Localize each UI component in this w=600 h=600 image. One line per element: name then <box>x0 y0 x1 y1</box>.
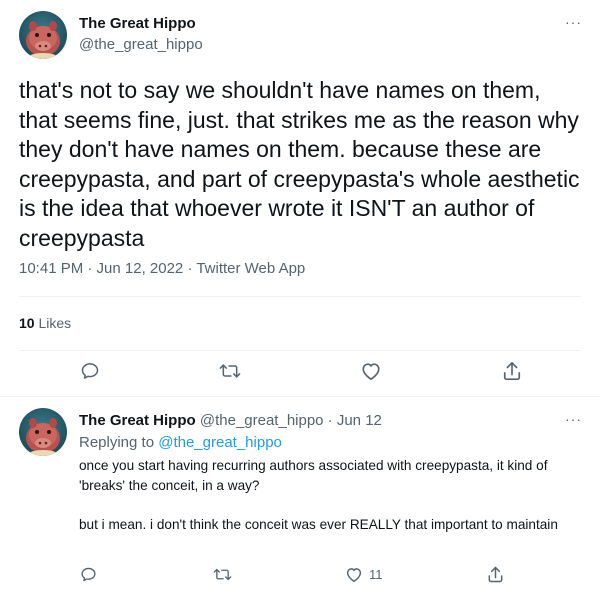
author-name[interactable]: The Great Hippo <box>79 15 196 32</box>
like-button[interactable] <box>360 361 382 381</box>
like-button[interactable]: 11 <box>345 566 383 583</box>
retweet-icon <box>219 364 241 378</box>
replying-to: Replying to @the_great_hippo <box>79 434 282 451</box>
reply-button[interactable] <box>80 566 97 583</box>
reply-text: once you start having recurring authors … <box>79 456 579 554</box>
more-options-icon[interactable]: ··· <box>565 411 582 427</box>
heart-icon <box>362 363 380 380</box>
reply-button[interactable] <box>80 361 100 381</box>
avatar[interactable] <box>19 408 67 456</box>
author-name[interactable]: The Great Hippo <box>79 412 196 429</box>
share-icon <box>503 362 521 380</box>
retweet-button[interactable] <box>219 361 241 381</box>
reply-header: The Great Hippo @the_great_hippo · Jun 1… <box>79 412 382 429</box>
reply-icon <box>81 567 96 582</box>
reply-icon <box>81 363 99 379</box>
likes-count[interactable]: 10 Likes <box>19 315 71 331</box>
likes-label: Likes <box>38 315 72 331</box>
share-button[interactable] <box>487 565 504 584</box>
reply-paragraph: once you start having recurring authors … <box>79 458 548 493</box>
heart-icon <box>346 568 362 582</box>
hippo-avatar-image <box>26 21 60 59</box>
author-handle-date[interactable]: @the_great_hippo · Jun 12 <box>200 412 382 429</box>
tweet-meta[interactable]: 10:41 PM · Jun 12, 2022 · Twitter Web Ap… <box>19 260 305 277</box>
share-icon <box>488 566 503 583</box>
replying-to-label: Replying to <box>79 434 155 451</box>
like-count: 11 <box>369 567 383 582</box>
share-button[interactable] <box>502 360 522 382</box>
likes-number: 10 <box>19 315 35 331</box>
divider <box>19 350 581 351</box>
divider <box>19 296 581 297</box>
reply-paragraph: but i mean. i don't think the conceit wa… <box>79 516 558 532</box>
more-options-icon[interactable]: ··· <box>565 14 582 30</box>
avatar[interactable] <box>19 11 67 59</box>
retweet-icon <box>213 568 232 581</box>
retweet-button[interactable] <box>213 566 232 583</box>
author-handle[interactable]: @the_great_hippo <box>79 36 203 53</box>
tweet-text: that's not to say we shouldn't have name… <box>19 77 580 251</box>
hippo-avatar-image <box>26 418 60 456</box>
replying-to-handle-link[interactable]: @the_great_hippo <box>158 434 282 451</box>
divider <box>0 396 600 397</box>
